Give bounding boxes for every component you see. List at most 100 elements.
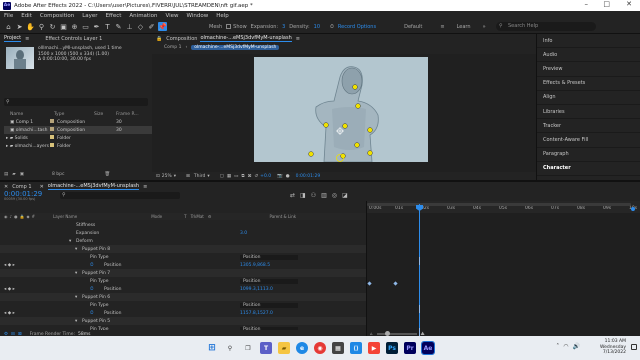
clock-date[interactable]: 7/13/2022 <box>600 350 626 356</box>
property-row[interactable]: ▾ Deform <box>0 237 366 245</box>
menu-edit[interactable]: Edit <box>21 13 32 19</box>
menu-composition[interactable]: Composition <box>40 13 74 19</box>
twirl-down-icon[interactable]: ▾ <box>69 239 71 244</box>
pen-tool-icon[interactable]: ✒ <box>92 22 101 31</box>
delete-icon[interactable]: 🗑 <box>104 172 110 177</box>
tab-layer-comp[interactable]: olmachine-...eMSj3dvfMyM-unsplash <box>47 183 140 190</box>
rotate-tool-icon[interactable]: ↻ <box>48 22 57 31</box>
store-icon[interactable]: ▦ <box>332 342 344 354</box>
expansion-value[interactable]: 3 <box>282 24 285 30</box>
col-type[interactable]: Type <box>50 112 94 117</box>
menu-file[interactable]: File <box>4 13 13 19</box>
pan-behind-tool-icon[interactable]: ⊕ <box>70 22 79 31</box>
start-windows-icon[interactable]: ⊞ <box>206 342 218 354</box>
volume-icon[interactable]: 🔊 <box>573 343 580 350</box>
work-area-end[interactable] <box>631 207 635 211</box>
frame-blend-icon[interactable]: ▥ <box>321 192 327 199</box>
property-row[interactable]: ◂ ◆ ▸ ⏱ Position 1099.3,1113.0 <box>0 285 366 293</box>
shy-icon[interactable]: ⚇ <box>311 192 316 199</box>
search-icon[interactable]: ⚲ <box>224 342 236 354</box>
switches-icon[interactable]: ⚙ <box>208 214 212 219</box>
clone-stamp-tool-icon[interactable]: ⊥ <box>125 22 134 31</box>
grid-icon[interactable]: ⊞ <box>186 174 190 179</box>
selection-tool-icon[interactable]: ➤ <box>15 22 24 31</box>
project-menu-icon[interactable]: ≡ <box>25 36 29 42</box>
property-row[interactable]: Expansion 3.0 <box>0 229 366 237</box>
puppet-pin-group[interactable]: ▾ Puppet Pin 5 <box>0 317 366 325</box>
property-value[interactable]: 1305.9,868.5 <box>240 263 270 268</box>
interpret-footage-icon[interactable]: ▤ <box>4 172 8 177</box>
chrome-icon[interactable]: ◉ <box>314 342 326 354</box>
reset-exposure-icon[interactable]: ↺ <box>254 174 258 179</box>
col-frame-rate[interactable]: Frame R... <box>116 112 139 117</box>
panel-effects-presets[interactable]: Effects & Presets <box>537 77 640 91</box>
zoom-tool-icon[interactable]: ⚲ <box>37 22 46 31</box>
pin-type-select[interactable]: Position <box>240 278 298 284</box>
channel-icon[interactable]: ● <box>286 174 290 179</box>
twirl-down-icon[interactable]: ▾ <box>75 247 77 252</box>
tab-composition[interactable]: olmachine-...eMSj3dvfMyM-unsplash <box>200 35 292 42</box>
keyframe-navigator-icon[interactable]: ◂ ◆ ▸ <box>4 311 15 316</box>
close-icon[interactable]: ✕ <box>40 184 44 190</box>
keyframe-navigator-icon[interactable]: ◂ ◆ ▸ <box>4 287 15 292</box>
puppet-pin-group[interactable]: ▾ Puppet Pin 6 <box>0 293 366 301</box>
view-layout-icon[interactable]: ⧉ <box>241 173 244 179</box>
teams-icon[interactable]: T <box>260 342 272 354</box>
draft-3d-icon[interactable]: ◨ <box>300 192 306 199</box>
col-size[interactable]: Size <box>94 112 116 117</box>
project-search-input[interactable]: ⚲ <box>4 98 148 106</box>
work-area-bar[interactable] <box>367 203 631 206</box>
panel-preview[interactable]: Preview <box>537 62 640 77</box>
close-icon[interactable]: ✕ <box>626 0 632 8</box>
audio-toggle-icon[interactable]: ♪ <box>10 214 13 219</box>
twirl-down-icon[interactable]: ▾ <box>75 271 77 276</box>
menu-view[interactable]: View <box>165 13 178 19</box>
workspace-overflow-icon[interactable]: ≡ <box>440 24 444 30</box>
menu-layer[interactable]: Layer <box>82 13 97 19</box>
views-icon[interactable]: ⊠ <box>248 174 252 179</box>
property-row[interactable]: Pin Type Position <box>0 301 366 309</box>
type-tool-icon[interactable]: T <box>103 22 112 31</box>
region-icon[interactable]: ▢ <box>220 174 224 179</box>
col-name[interactable]: Name <box>4 112 50 117</box>
photoshop-icon[interactable]: Ps <box>386 342 398 354</box>
timeline-menu-icon[interactable]: ≡ <box>143 184 147 190</box>
menu-animation[interactable]: Animation <box>129 13 157 19</box>
panel-content-aware-fill[interactable]: Content-Aware Fill <box>537 133 640 148</box>
zoom-slider[interactable] <box>376 331 417 336</box>
more-workspaces-icon[interactable]: » <box>483 24 486 30</box>
new-comp-icon[interactable]: ▣ <box>20 172 24 177</box>
property-row[interactable]: ◂ ◆ ▸ ⏱ Position 1157.8,1527.0 <box>0 309 366 317</box>
timeline-search-input[interactable]: ⚲ <box>60 192 180 199</box>
search-help-input[interactable]: ⚲ Search Help <box>496 22 596 31</box>
panel-libraries[interactable]: Libraries <box>537 105 640 120</box>
panel-audio[interactable]: Audio <box>537 48 640 63</box>
video-toggle-icon[interactable]: ◉ <box>4 214 8 219</box>
edge-icon[interactable]: e <box>296 342 308 354</box>
zoom-select[interactable]: 25% <box>162 174 172 179</box>
panel-tracker[interactable]: Tracker <box>537 119 640 134</box>
camera-tool-icon[interactable]: ▣ <box>59 22 68 31</box>
project-row[interactable]: ▸ ▰ olmachi...ayers Folder <box>4 142 152 150</box>
col-parent[interactable]: Parent & Link <box>269 214 296 219</box>
puppet-pin-tool-icon[interactable]: 📌 <box>158 22 167 31</box>
solo-toggle-icon[interactable]: ● <box>14 214 18 219</box>
youtube-icon[interactable]: ▶ <box>368 342 380 354</box>
file-explorer-icon[interactable]: ▰ <box>278 342 290 354</box>
maximize-icon[interactable]: □ <box>603 0 610 8</box>
roto-brush-tool-icon[interactable]: ✐ <box>147 22 156 31</box>
keyframe-navigator-icon[interactable]: ◂ ◆ ▸ <box>4 263 15 268</box>
menu-help[interactable]: Help <box>216 13 229 19</box>
graph-editor-icon[interactable]: ◪ <box>342 192 348 199</box>
property-value[interactable]: 3.0 <box>240 231 247 236</box>
panel-character[interactable]: Character <box>537 162 640 176</box>
timeline-graph[interactable]: 0:00s01s02s03s04s05s06s07s08s09s10s <box>366 201 640 338</box>
wifi-icon[interactable]: ◠ <box>563 343 568 350</box>
property-value[interactable]: 1157.8,1527.0 <box>240 311 273 316</box>
col-t[interactable]: T <box>184 214 186 219</box>
minimize-icon[interactable]: – <box>585 0 589 8</box>
premiere-icon[interactable]: Pr <box>404 342 416 354</box>
menu-effect[interactable]: Effect <box>106 13 122 19</box>
project-row[interactable]: ▣ olmachi...tash Composition 30 <box>4 126 152 134</box>
resolution-select[interactable]: Third <box>194 174 205 179</box>
